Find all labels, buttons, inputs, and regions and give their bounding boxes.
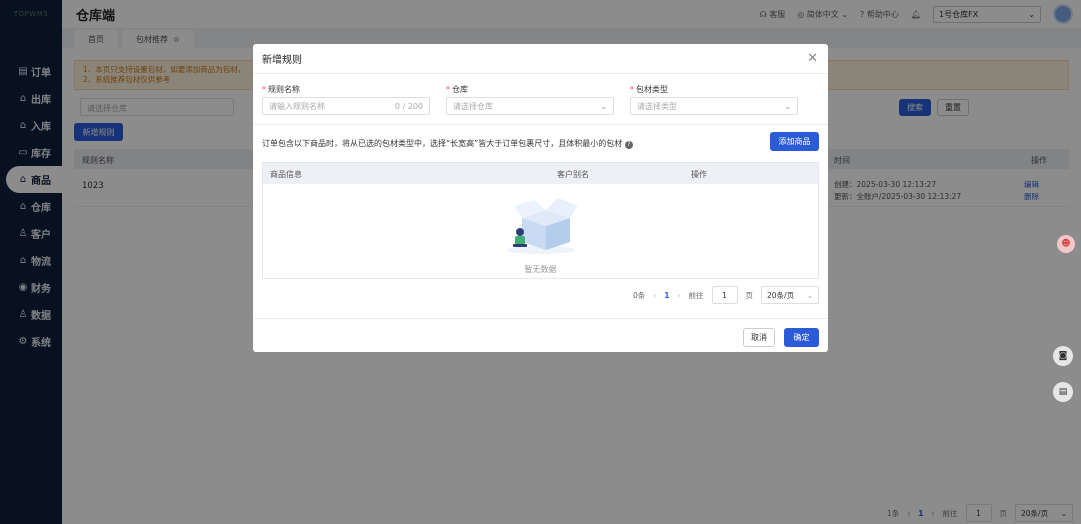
add-goods-button[interactable]: 添加商品 — [770, 132, 819, 151]
new-rule-dialog: 新增规则 ✕ * 规则名称 请输入规则名称 0 / 200 * 仓库 请选择仓库 ⌄ *… — [253, 44, 828, 352]
goods-table: 商品信息 客户别名 操作 暂无数据 — [262, 162, 819, 279]
char-counter: 0 / 200 — [394, 101, 423, 111]
material-type-label: * 包材类型 — [630, 85, 668, 94]
material-type-select[interactable]: 请选择类型 ⌄ — [630, 97, 798, 115]
rule-hint: 订单包含以下商品时，将从已选的包材类型中，选择“长宽高”皆大于订单包裹尺寸，且体… — [262, 138, 633, 149]
dialog-title: 新增规则 — [262, 55, 302, 66]
current-page[interactable]: 1 — [664, 291, 669, 300]
chevron-down-icon: ⌄ — [806, 290, 813, 300]
prev-page-icon[interactable]: ‹ — [653, 291, 656, 300]
close-icon[interactable]: ✕ — [807, 51, 818, 66]
cancel-button[interactable]: 取消 — [743, 328, 775, 347]
col-goods-info: 商品信息 — [270, 170, 302, 179]
required-mark: * — [262, 85, 266, 94]
float-assistant-icon[interactable]: ☻ — [1057, 235, 1075, 253]
rule-name-input[interactable]: 请输入规则名称 0 / 200 — [262, 97, 430, 115]
required-mark: * — [630, 85, 634, 94]
required-mark: * — [446, 85, 450, 94]
warehouse-label: * 仓库 — [446, 85, 468, 94]
confirm-button[interactable]: 确定 — [784, 328, 819, 347]
empty-state-text: 暂无数据 — [524, 265, 557, 274]
page-jump-input[interactable]: 1 — [711, 286, 738, 304]
col-goods-actions: 操作 — [691, 170, 707, 179]
chevron-down-icon: ⌄ — [600, 101, 607, 111]
empty-box-icon — [507, 198, 578, 254]
dialog-header: 新增规则 — [253, 44, 828, 74]
page-size-select[interactable]: 20条/页 ⌄ — [761, 286, 819, 304]
question-icon[interactable]: ? — [624, 141, 633, 149]
divider — [253, 124, 828, 125]
warehouse-select[interactable]: 请选择仓库 ⌄ — [446, 97, 614, 115]
next-page-icon[interactable]: › — [678, 291, 681, 300]
col-customer-alias: 客户别名 — [557, 170, 589, 179]
dialog-footer: 取消 确定 — [253, 318, 828, 352]
goods-table-header: 商品信息 客户别名 操作 — [263, 163, 818, 184]
chevron-down-icon: ⌄ — [784, 101, 791, 111]
rule-name-label: * 规则名称 — [262, 85, 300, 94]
total-count: 0条 — [633, 290, 646, 300]
dialog-pagination: 0条 ‹ 1 › 前往 1 页 20条/页 ⌄ — [633, 286, 819, 304]
robot-chat-icon[interactable]: ◙ — [1053, 346, 1073, 366]
document-icon[interactable]: ▤ — [1053, 382, 1073, 402]
